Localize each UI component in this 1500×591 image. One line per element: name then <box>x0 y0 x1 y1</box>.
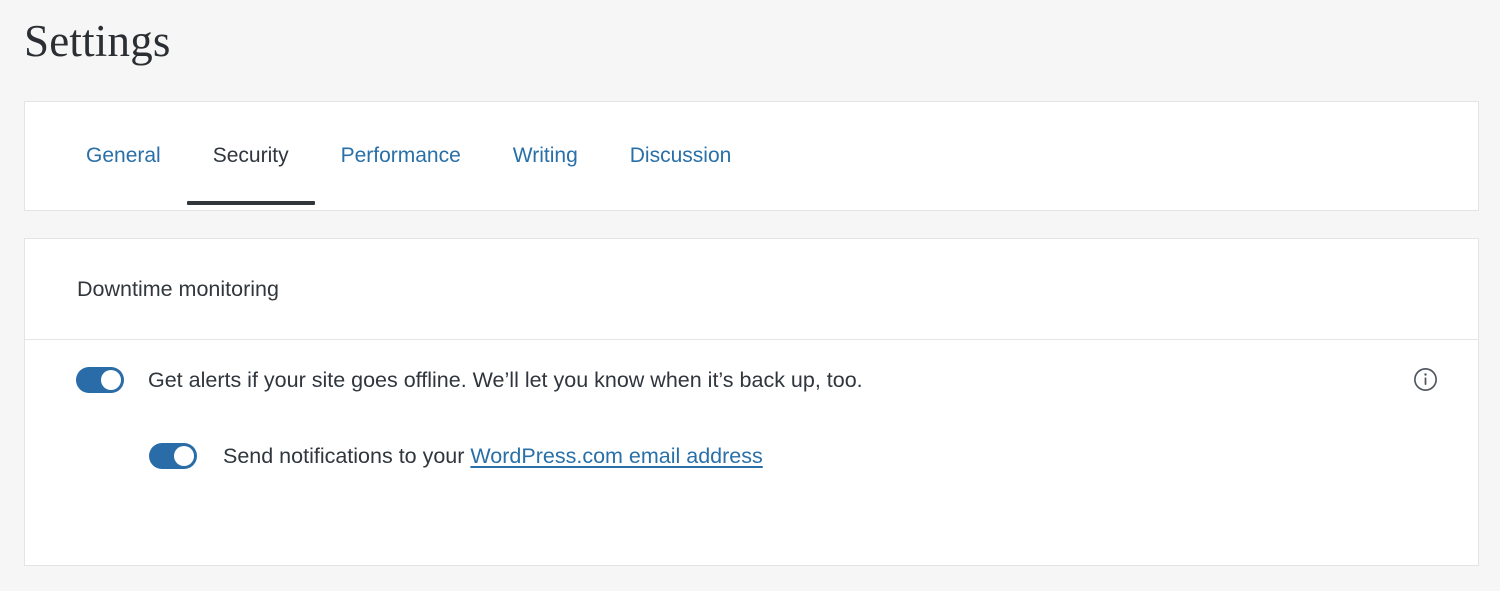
tab-general-label: General <box>86 144 161 168</box>
tab-discussion[interactable]: Discussion <box>604 102 758 210</box>
card-header-title: Downtime monitoring <box>77 277 279 302</box>
tab-general[interactable]: General <box>60 102 187 210</box>
tab-performance-label: Performance <box>341 144 461 168</box>
email-notifications-label: Send notifications to your WordPress.com… <box>223 442 763 470</box>
wordpress-email-address-link[interactable]: WordPress.com email address <box>470 444 762 468</box>
toggle-knob <box>174 446 194 466</box>
toggle-knob <box>101 370 121 390</box>
tab-discussion-label: Discussion <box>630 144 732 168</box>
tab-writing[interactable]: Writing <box>487 102 604 210</box>
info-circle-icon[interactable] <box>1413 367 1438 392</box>
downtime-alerts-label: Get alerts if your site goes offline. We… <box>148 366 863 394</box>
tab-security-label: Security <box>213 144 289 168</box>
settings-page: Settings General Security Performance Wr… <box>0 0 1500 591</box>
downtime-alerts-row: Get alerts if your site goes offline. We… <box>25 340 1478 419</box>
tabs-card: General Security Performance Writing Dis… <box>24 101 1479 211</box>
card-body: Get alerts if your site goes offline. We… <box>25 340 1478 493</box>
email-notifications-toggle[interactable] <box>149 443 197 469</box>
downtime-alerts-toggle[interactable] <box>76 367 124 393</box>
email-notifications-row: Send notifications to your WordPress.com… <box>25 419 1478 493</box>
tab-security[interactable]: Security <box>187 102 315 210</box>
downtime-monitoring-card: Downtime monitoring Get alerts if your s… <box>24 238 1479 566</box>
settings-tab-bar: General Security Performance Writing Dis… <box>25 102 757 210</box>
tab-writing-label: Writing <box>513 144 578 168</box>
tab-performance[interactable]: Performance <box>315 102 487 210</box>
page-title: Settings <box>24 10 171 72</box>
email-notifications-label-prefix: Send notifications to your <box>223 444 470 468</box>
card-header: Downtime monitoring <box>25 239 1478 340</box>
